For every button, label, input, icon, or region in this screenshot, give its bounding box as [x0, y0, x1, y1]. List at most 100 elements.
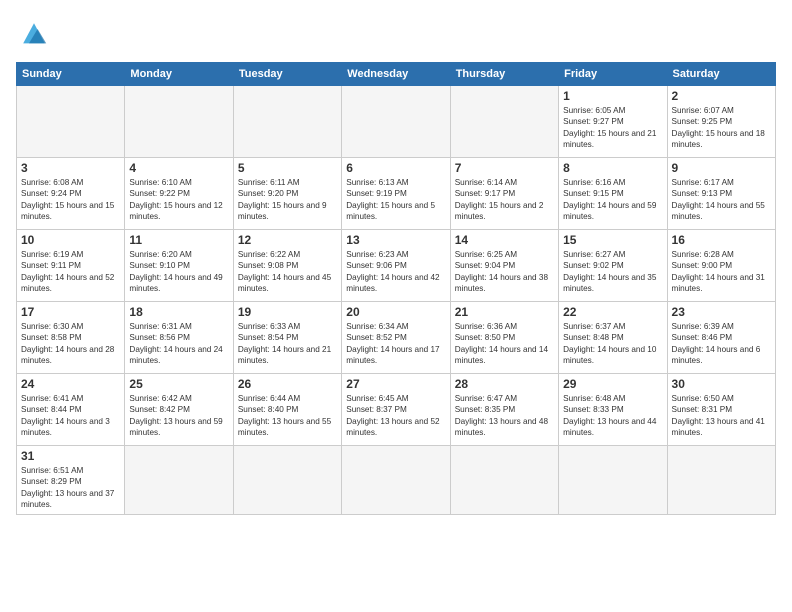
day-number: 24	[21, 377, 120, 391]
day-number: 20	[346, 305, 445, 319]
day-info: Sunrise: 6:36 AM Sunset: 8:50 PM Dayligh…	[455, 321, 554, 367]
day-number: 3	[21, 161, 120, 175]
day-cell: 24 Sunrise: 6:41 AM Sunset: 8:44 PM Dayli…	[17, 374, 125, 446]
day-cell: 2 Sunrise: 6:07 AM Sunset: 9:25 PM Daylig…	[667, 86, 775, 158]
day-info: Sunrise: 6:34 AM Sunset: 8:52 PM Dayligh…	[346, 321, 445, 367]
day-number: 1	[563, 89, 662, 103]
day-info: Sunrise: 6:13 AM Sunset: 9:19 PM Dayligh…	[346, 177, 445, 223]
day-number: 29	[563, 377, 662, 391]
day-cell: 29 Sunrise: 6:48 AM Sunset: 8:33 PM Dayli…	[559, 374, 667, 446]
col-header-monday: Monday	[125, 63, 233, 86]
day-number: 31	[21, 449, 120, 463]
day-info: Sunrise: 6:14 AM Sunset: 9:17 PM Dayligh…	[455, 177, 554, 223]
day-number: 30	[672, 377, 771, 391]
day-number: 16	[672, 233, 771, 247]
day-info: Sunrise: 6:41 AM Sunset: 8:44 PM Dayligh…	[21, 393, 120, 439]
day-number: 26	[238, 377, 337, 391]
header-row: SundayMondayTuesdayWednesdayThursdayFrid…	[17, 63, 776, 86]
day-info: Sunrise: 6:28 AM Sunset: 9:00 PM Dayligh…	[672, 249, 771, 295]
day-number: 13	[346, 233, 445, 247]
day-number: 28	[455, 377, 554, 391]
day-number: 9	[672, 161, 771, 175]
day-cell: 28 Sunrise: 6:47 AM Sunset: 8:35 PM Dayli…	[450, 374, 558, 446]
day-number: 5	[238, 161, 337, 175]
day-cell	[233, 86, 341, 158]
day-cell	[125, 446, 233, 515]
day-cell	[450, 446, 558, 515]
col-header-tuesday: Tuesday	[233, 63, 341, 86]
day-cell	[342, 86, 450, 158]
day-info: Sunrise: 6:19 AM Sunset: 9:11 PM Dayligh…	[21, 249, 120, 295]
col-header-wednesday: Wednesday	[342, 63, 450, 86]
day-cell: 12 Sunrise: 6:22 AM Sunset: 9:08 PM Dayli…	[233, 230, 341, 302]
week-row-5: 24 Sunrise: 6:41 AM Sunset: 8:44 PM Dayli…	[17, 374, 776, 446]
day-number: 7	[455, 161, 554, 175]
day-cell: 7 Sunrise: 6:14 AM Sunset: 9:17 PM Daylig…	[450, 158, 558, 230]
day-cell: 9 Sunrise: 6:17 AM Sunset: 9:13 PM Daylig…	[667, 158, 775, 230]
week-row-4: 17Sunrise: 6:30 AM Sunset: 8:58 PM Dayli…	[17, 302, 776, 374]
day-cell: 1 Sunrise: 6:05 AM Sunset: 9:27 PM Daylig…	[559, 86, 667, 158]
day-cell: 10 Sunrise: 6:19 AM Sunset: 9:11 PM Dayli…	[17, 230, 125, 302]
day-info: Sunrise: 6:48 AM Sunset: 8:33 PM Dayligh…	[563, 393, 662, 439]
calendar-table: SundayMondayTuesdayWednesdayThursdayFrid…	[16, 62, 776, 515]
day-cell: 25 Sunrise: 6:42 AM Sunset: 8:42 PM Dayli…	[125, 374, 233, 446]
day-number: 11	[129, 233, 228, 247]
day-number: 18	[129, 305, 228, 319]
day-cell: 18Sunrise: 6:31 AM Sunset: 8:56 PM Dayli…	[125, 302, 233, 374]
week-row-3: 10 Sunrise: 6:19 AM Sunset: 9:11 PM Dayli…	[17, 230, 776, 302]
day-cell: 26Sunrise: 6:44 AM Sunset: 8:40 PM Dayli…	[233, 374, 341, 446]
day-cell: 15Sunrise: 6:27 AM Sunset: 9:02 PM Dayli…	[559, 230, 667, 302]
day-number: 6	[346, 161, 445, 175]
col-header-saturday: Saturday	[667, 63, 775, 86]
day-cell: 27 Sunrise: 6:45 AM Sunset: 8:37 PM Dayli…	[342, 374, 450, 446]
day-number: 14	[455, 233, 554, 247]
day-info: Sunrise: 6:23 AM Sunset: 9:06 PM Dayligh…	[346, 249, 445, 295]
day-number: 25	[129, 377, 228, 391]
day-cell	[667, 446, 775, 515]
week-row-1: 1 Sunrise: 6:05 AM Sunset: 9:27 PM Daylig…	[17, 86, 776, 158]
col-header-sunday: Sunday	[17, 63, 125, 86]
day-cell: 4 Sunrise: 6:10 AM Sunset: 9:22 PM Daylig…	[125, 158, 233, 230]
day-cell	[450, 86, 558, 158]
header	[16, 16, 776, 52]
day-info: Sunrise: 6:51 AM Sunset: 8:29 PM Dayligh…	[21, 465, 120, 511]
day-number: 4	[129, 161, 228, 175]
day-info: Sunrise: 6:17 AM Sunset: 9:13 PM Dayligh…	[672, 177, 771, 223]
day-info: Sunrise: 6:22 AM Sunset: 9:08 PM Dayligh…	[238, 249, 337, 295]
day-cell: 11 Sunrise: 6:20 AM Sunset: 9:10 PM Dayli…	[125, 230, 233, 302]
day-info: Sunrise: 6:05 AM Sunset: 9:27 PM Dayligh…	[563, 105, 662, 151]
generalblue-logo-icon	[16, 16, 52, 52]
day-info: Sunrise: 6:25 AM Sunset: 9:04 PM Dayligh…	[455, 249, 554, 295]
day-cell: 21 Sunrise: 6:36 AM Sunset: 8:50 PM Dayli…	[450, 302, 558, 374]
day-info: Sunrise: 6:47 AM Sunset: 8:35 PM Dayligh…	[455, 393, 554, 439]
day-info: Sunrise: 6:11 AM Sunset: 9:20 PM Dayligh…	[238, 177, 337, 223]
col-header-friday: Friday	[559, 63, 667, 86]
logo	[16, 16, 56, 52]
day-info: Sunrise: 6:45 AM Sunset: 8:37 PM Dayligh…	[346, 393, 445, 439]
day-number: 2	[672, 89, 771, 103]
week-row-2: 3Sunrise: 6:08 AM Sunset: 9:24 PM Daylig…	[17, 158, 776, 230]
day-number: 23	[672, 305, 771, 319]
col-header-thursday: Thursday	[450, 63, 558, 86]
day-cell: 6 Sunrise: 6:13 AM Sunset: 9:19 PM Daylig…	[342, 158, 450, 230]
day-info: Sunrise: 6:42 AM Sunset: 8:42 PM Dayligh…	[129, 393, 228, 439]
day-info: Sunrise: 6:07 AM Sunset: 9:25 PM Dayligh…	[672, 105, 771, 151]
day-cell	[233, 446, 341, 515]
day-number: 10	[21, 233, 120, 247]
day-info: Sunrise: 6:20 AM Sunset: 9:10 PM Dayligh…	[129, 249, 228, 295]
day-cell: 19Sunrise: 6:33 AM Sunset: 8:54 PM Dayli…	[233, 302, 341, 374]
day-cell: 14 Sunrise: 6:25 AM Sunset: 9:04 PM Dayli…	[450, 230, 558, 302]
day-info: Sunrise: 6:10 AM Sunset: 9:22 PM Dayligh…	[129, 177, 228, 223]
day-number: 27	[346, 377, 445, 391]
day-cell: 17Sunrise: 6:30 AM Sunset: 8:58 PM Dayli…	[17, 302, 125, 374]
day-info: Sunrise: 6:33 AM Sunset: 8:54 PM Dayligh…	[238, 321, 337, 367]
week-row-6: 31 Sunrise: 6:51 AM Sunset: 8:29 PM Dayli…	[17, 446, 776, 515]
day-cell	[342, 446, 450, 515]
day-number: 12	[238, 233, 337, 247]
day-number: 22	[563, 305, 662, 319]
day-cell: 22Sunrise: 6:37 AM Sunset: 8:48 PM Dayli…	[559, 302, 667, 374]
day-cell: 30 Sunrise: 6:50 AM Sunset: 8:31 PM Dayli…	[667, 374, 775, 446]
day-number: 21	[455, 305, 554, 319]
day-cell	[17, 86, 125, 158]
day-info: Sunrise: 6:50 AM Sunset: 8:31 PM Dayligh…	[672, 393, 771, 439]
